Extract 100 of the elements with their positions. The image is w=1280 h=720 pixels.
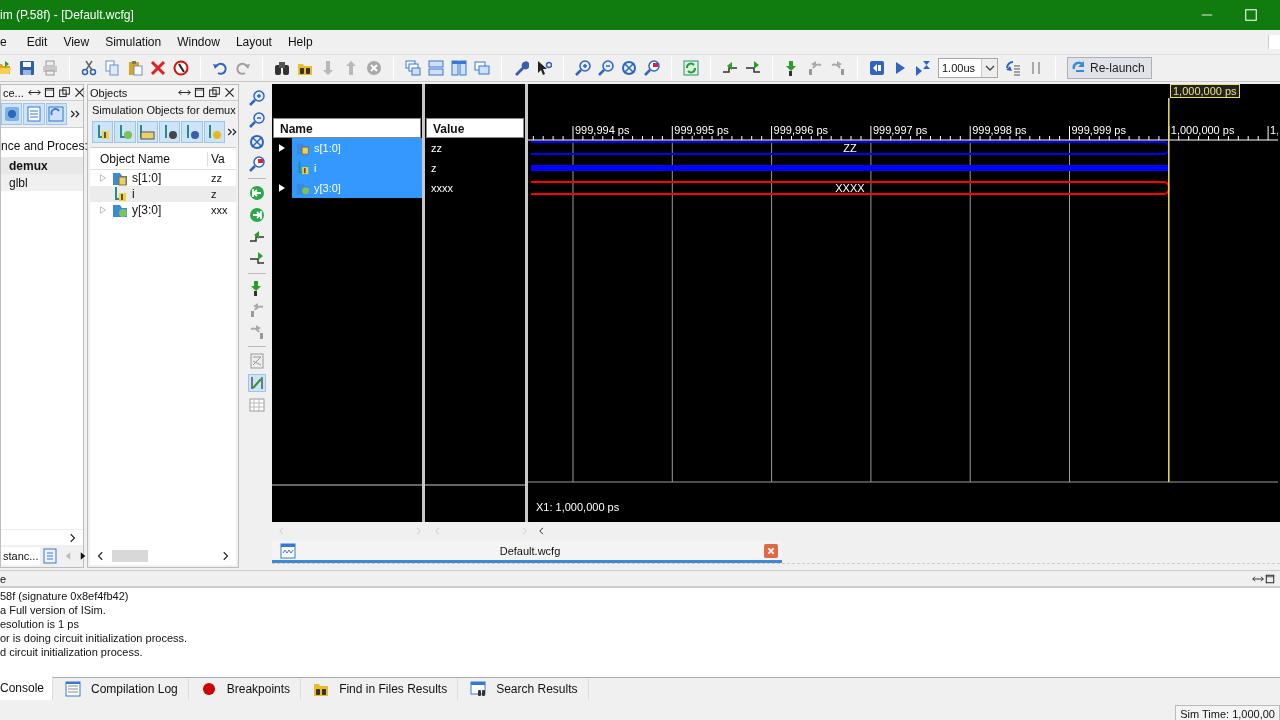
close-tab-icon[interactable] xyxy=(764,543,778,558)
go-to-end-icon[interactable] xyxy=(249,207,265,223)
zoom-in-icon[interactable] xyxy=(575,60,591,76)
tree-item[interactable]: glbl xyxy=(1,174,83,191)
next-transition-icon[interactable] xyxy=(249,251,265,267)
tick-label: 999,999 ps xyxy=(1071,124,1126,136)
maximize-icon[interactable] xyxy=(193,86,206,99)
paste-icon[interactable] xyxy=(127,60,143,76)
stop-icon[interactable] xyxy=(173,60,189,76)
go-to-start-icon[interactable] xyxy=(249,185,265,201)
signal-value: xxxx xyxy=(430,181,454,196)
scroll-left-icon[interactable] xyxy=(536,526,546,536)
scrollbar-thumb[interactable] xyxy=(112,550,148,562)
tree-item[interactable]: demux xyxy=(1,157,83,174)
sim-time: Sim Time: 1,000,00 xyxy=(1175,705,1280,720)
cascade-windows-icon[interactable] xyxy=(405,60,421,76)
restore-icon[interactable] xyxy=(208,86,221,99)
maximize-icon[interactable] xyxy=(1264,572,1276,585)
more-icon[interactable] xyxy=(225,126,238,138)
cursor-line[interactable] xyxy=(1168,97,1170,483)
object-row[interactable]: i z xyxy=(90,186,236,202)
menu-item[interactable]: View xyxy=(63,35,98,49)
panel-tab[interactable]: Search Results xyxy=(458,678,589,700)
bus-signal-icon xyxy=(296,141,310,155)
tick-label: 999,995 ps xyxy=(674,124,729,136)
panel-tab[interactable]: Find in Files Results xyxy=(301,678,459,700)
inout-signal-filter-icon[interactable] xyxy=(139,124,156,140)
zoom-in-icon[interactable] xyxy=(249,90,265,106)
menu-item[interactable]: Help xyxy=(287,35,321,49)
panel-tab[interactable]: Console xyxy=(0,676,54,700)
restart-icon[interactable] xyxy=(869,60,885,76)
cut-icon[interactable] xyxy=(81,60,97,76)
zoom-to-marker-icon[interactable] xyxy=(249,156,265,172)
more-icon[interactable] xyxy=(69,108,81,120)
relaunch-button[interactable]: Re-launch xyxy=(1067,57,1152,79)
previous-marker-icon[interactable] xyxy=(249,302,265,318)
dropdown-icon[interactable] xyxy=(984,64,995,72)
tile-vertical-icon[interactable] xyxy=(451,60,467,76)
wrench-icon[interactable] xyxy=(513,60,529,76)
snap-to-transition-icon[interactable] xyxy=(249,375,265,391)
refresh-icon[interactable] xyxy=(683,60,699,76)
open-folder-icon[interactable] xyxy=(0,60,12,76)
object-row[interactable]: s[1:0] zz xyxy=(90,170,236,186)
console-line: esolution is 1 ps xyxy=(0,618,80,632)
signal-value: z xyxy=(430,161,438,176)
undo-icon[interactable] xyxy=(212,60,228,76)
previous-marker-icon[interactable] xyxy=(807,60,823,76)
tile-horizontal-icon[interactable] xyxy=(428,60,444,76)
tick-label: 999,997 ps xyxy=(872,124,928,136)
bus-signal-icon xyxy=(296,181,310,195)
column-header: Object Name xyxy=(90,151,208,166)
zoom-fit-icon[interactable] xyxy=(621,60,637,76)
tick-label: 999,994 ps xyxy=(575,124,630,136)
waveform-value: ZZ xyxy=(843,142,857,154)
cursor-readout: X1: 1,000,000 ps xyxy=(536,501,620,513)
cursor-time-label: 1,000,000 ps xyxy=(1170,84,1240,98)
tick-label: 1,000,000 ps xyxy=(1170,124,1235,136)
previous-transition-icon[interactable] xyxy=(722,60,738,76)
panel-tab[interactable]: Breakpoints xyxy=(188,678,302,700)
window-title: im (P.58f) - [Default.wcfg] xyxy=(0,8,134,22)
maximize-icon[interactable] xyxy=(42,86,56,99)
help-icon[interactable] xyxy=(536,60,552,76)
waveform-value: XXXX xyxy=(835,182,865,194)
previous-transition-icon[interactable] xyxy=(249,229,265,245)
run-for-time-icon[interactable] xyxy=(915,60,931,76)
step-icon[interactable] xyxy=(1005,60,1021,76)
panel-title: Objects xyxy=(90,86,128,99)
save-icon[interactable] xyxy=(19,60,35,76)
console-line: 58f (signature 0x8ef4fb42) xyxy=(0,590,130,604)
delete-icon[interactable] xyxy=(150,60,166,76)
next-marker-icon[interactable] xyxy=(249,324,265,340)
close-icon[interactable] xyxy=(223,86,236,99)
panel-tab[interactable]: Compilation Log xyxy=(53,678,189,700)
menu-item[interactable]: Window xyxy=(177,35,228,49)
search-results-icon xyxy=(470,681,487,697)
restore-icon[interactable] xyxy=(57,86,71,99)
output-signal-filter-icon[interactable] xyxy=(117,124,133,140)
menu-item[interactable]: Simulation xyxy=(105,35,170,49)
next-marker-icon[interactable] xyxy=(830,60,846,76)
zoom-out-icon[interactable] xyxy=(249,112,265,128)
panel-tab[interactable]: stanc... xyxy=(1,547,41,565)
panel-title: ce... xyxy=(3,86,24,99)
hierarchy-icon[interactable] xyxy=(3,106,20,122)
breakpoint-icon xyxy=(200,681,217,697)
editor-tab[interactable]: Default.wcfg xyxy=(272,541,782,563)
object-row[interactable]: y[3:0] xxx xyxy=(90,202,236,218)
console-line: d circuit initialization process. xyxy=(0,646,144,660)
windows-icon[interactable] xyxy=(474,60,490,76)
menu-item[interactable]: e xyxy=(0,35,15,49)
find-icon[interactable] xyxy=(274,60,290,76)
run-time-field[interactable]: 1.00us xyxy=(938,58,998,78)
zoom-fit-icon[interactable] xyxy=(249,134,265,150)
console-line: a Full version of ISim. xyxy=(0,604,107,618)
close-icon[interactable] xyxy=(72,86,86,99)
menu-item[interactable]: Layout xyxy=(235,35,280,49)
next-transition-icon[interactable] xyxy=(745,60,761,76)
zoom-to-marker-icon[interactable] xyxy=(644,60,660,76)
column-header: Va xyxy=(210,151,226,166)
zoom-out-icon[interactable] xyxy=(598,60,614,76)
menu-item[interactable]: Edit xyxy=(26,35,56,49)
